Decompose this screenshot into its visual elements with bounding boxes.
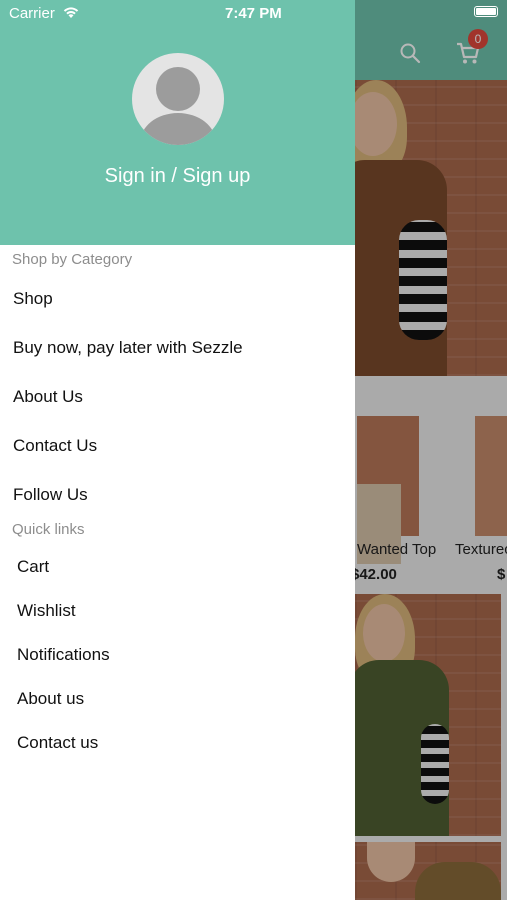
side-drawer: Sign in / Sign up Shop by Category Shop … — [0, 0, 355, 900]
menu-item-sezzle[interactable]: Buy now, pay later with Sezzle — [13, 338, 243, 358]
dim-overlay[interactable] — [355, 0, 507, 900]
quick-link-cart[interactable]: Cart — [17, 557, 49, 577]
user-icon — [156, 67, 200, 111]
battery-icon — [474, 6, 498, 17]
section-title-quick-links: Quick links — [12, 521, 85, 538]
background-content: 0 Wanted Top Texturec $42.00 $ — [355, 0, 507, 900]
drawer-header: Sign in / Sign up — [0, 0, 355, 245]
quick-link-wishlist[interactable]: Wishlist — [17, 601, 76, 621]
avatar[interactable] — [132, 53, 224, 145]
carrier-label: Carrier — [9, 5, 55, 22]
menu-item-contact-us[interactable]: Contact Us — [13, 436, 97, 456]
menu-item-shop[interactable]: Shop — [13, 289, 53, 309]
status-bar: Carrier 7:47 PM — [0, 0, 507, 26]
quick-link-about-us[interactable]: About us — [17, 689, 84, 709]
quick-link-notifications[interactable]: Notifications — [17, 645, 110, 665]
quick-link-contact-us[interactable]: Contact us — [17, 733, 98, 753]
menu-item-about-us[interactable]: About Us — [13, 387, 83, 407]
sign-in-button[interactable]: Sign in / Sign up — [0, 165, 355, 188]
menu-item-follow-us[interactable]: Follow Us — [13, 485, 88, 505]
clock-time: 7:47 PM — [225, 5, 282, 22]
wifi-icon — [63, 7, 79, 18]
section-title-shop-by-category: Shop by Category — [12, 251, 133, 268]
